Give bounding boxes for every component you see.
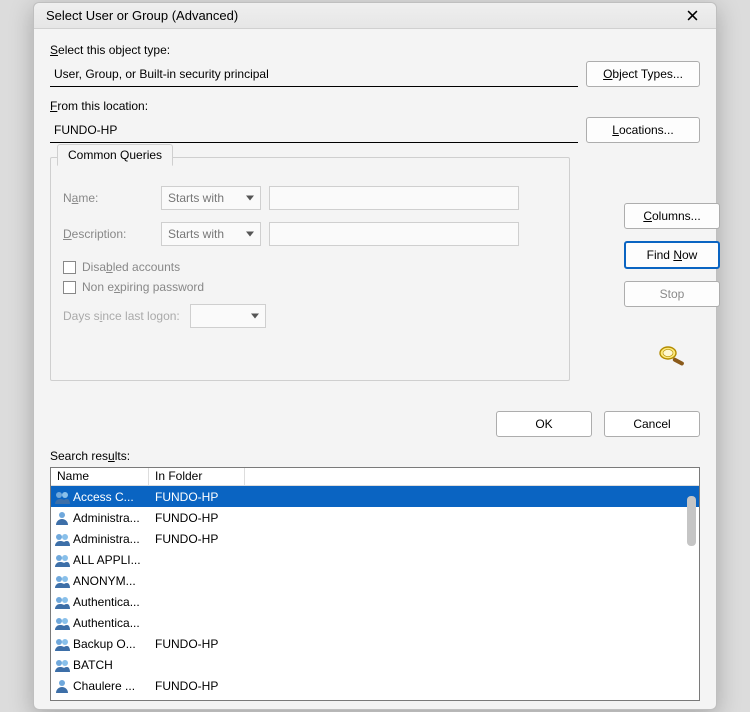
columns-button[interactable]: Columns... [624, 203, 720, 229]
find-now-button[interactable]: Find Now [624, 241, 720, 269]
row-folder: FUNDO-HP [149, 637, 245, 651]
row-name: Chifundo K [71, 700, 149, 701]
description-match-combo[interactable]: Starts with [161, 222, 261, 246]
group-icon [53, 552, 71, 568]
row-name: Authentica... [71, 595, 149, 609]
row-name: Backup O... [71, 637, 149, 651]
row-name: ANONYM... [71, 574, 149, 588]
name-label: Name: [63, 186, 153, 210]
row-folder: FUNDO-HP [149, 679, 245, 693]
group-icon [53, 657, 71, 673]
from-location-label: From this location: [50, 99, 700, 113]
table-row[interactable]: BATCH [51, 654, 699, 675]
object-type-field[interactable]: User, Group, or Built-in security princi… [50, 61, 578, 87]
table-row[interactable]: ALL APPLI... [51, 549, 699, 570]
row-folder: FUNDO-HP [149, 511, 245, 525]
stop-button[interactable]: Stop [624, 281, 720, 307]
table-row[interactable]: Administra...FUNDO-HP [51, 528, 699, 549]
results-list[interactable]: Name In Folder Access C...FUNDO-HPAdmini… [50, 467, 700, 701]
locations-button[interactable]: Locations... [586, 117, 700, 143]
checkbox-icon [63, 261, 76, 274]
row-name: Administra... [71, 511, 149, 525]
row-name: Authentica... [71, 616, 149, 630]
select-user-group-dialog: Select User or Group (Advanced) Select t… [33, 2, 717, 710]
results-header: Name In Folder [51, 468, 699, 486]
common-queries-group: Common Queries Name: Starts with Descrip… [50, 157, 570, 381]
table-row[interactable]: Access C...FUNDO-HP [51, 486, 699, 507]
object-types-button[interactable]: Object Types... [586, 61, 700, 87]
row-name: Administra... [71, 532, 149, 546]
search-icon [655, 343, 689, 369]
group-icon [53, 615, 71, 631]
column-header-name[interactable]: Name [51, 468, 149, 485]
row-name: Chaulere ... [71, 679, 149, 693]
close-button[interactable] [676, 4, 708, 28]
row-folder: FUNDO-HP [149, 700, 245, 701]
table-row[interactable]: Administra...FUNDO-HP [51, 507, 699, 528]
row-folder: FUNDO-HP [149, 532, 245, 546]
user-icon [53, 699, 71, 701]
cancel-button[interactable]: Cancel [604, 411, 700, 437]
table-row[interactable]: ANONYM... [51, 570, 699, 591]
row-name: BATCH [71, 658, 149, 672]
name-input[interactable] [269, 186, 519, 210]
name-match-combo[interactable]: Starts with [161, 186, 261, 210]
group-icon [53, 489, 71, 505]
table-row[interactable]: Authentica... [51, 612, 699, 633]
search-results-label: Search results: [50, 449, 700, 463]
close-icon [687, 10, 698, 21]
days-since-logon-combo[interactable] [190, 304, 266, 328]
days-since-logon-row: Days since last logon: [63, 304, 557, 328]
row-name: ALL APPLI... [71, 553, 149, 567]
title-bar: Select User or Group (Advanced) [34, 3, 716, 29]
common-queries-tab[interactable]: Common Queries [57, 144, 173, 166]
description-label: Description: [63, 222, 153, 246]
user-icon [53, 510, 71, 526]
window-title: Select User or Group (Advanced) [46, 8, 676, 23]
non-expiring-password-check[interactable]: Non expiring password [63, 280, 557, 294]
table-row[interactable]: Authentica... [51, 591, 699, 612]
group-icon [53, 573, 71, 589]
row-folder: FUNDO-HP [149, 490, 245, 504]
checkbox-icon [63, 281, 76, 294]
dialog-content: Select this object type: User, Group, or… [34, 29, 716, 709]
ok-button[interactable]: OK [496, 411, 592, 437]
group-icon [53, 594, 71, 610]
column-header-in-folder[interactable]: In Folder [149, 468, 245, 485]
table-row[interactable]: Backup O...FUNDO-HP [51, 633, 699, 654]
description-input[interactable] [269, 222, 519, 246]
location-field[interactable]: FUNDO-HP [50, 117, 578, 143]
row-name: Access C... [71, 490, 149, 504]
object-type-label: Select this object type: [50, 43, 700, 57]
table-row[interactable]: Chaulere ...FUNDO-HP [51, 675, 699, 696]
user-icon [53, 678, 71, 694]
group-icon [53, 636, 71, 652]
disabled-accounts-check[interactable]: Disabled accounts [63, 260, 557, 274]
group-icon [53, 531, 71, 547]
table-row[interactable]: Chifundo KFUNDO-HP [51, 696, 699, 700]
scrollbar-thumb[interactable] [687, 496, 696, 546]
